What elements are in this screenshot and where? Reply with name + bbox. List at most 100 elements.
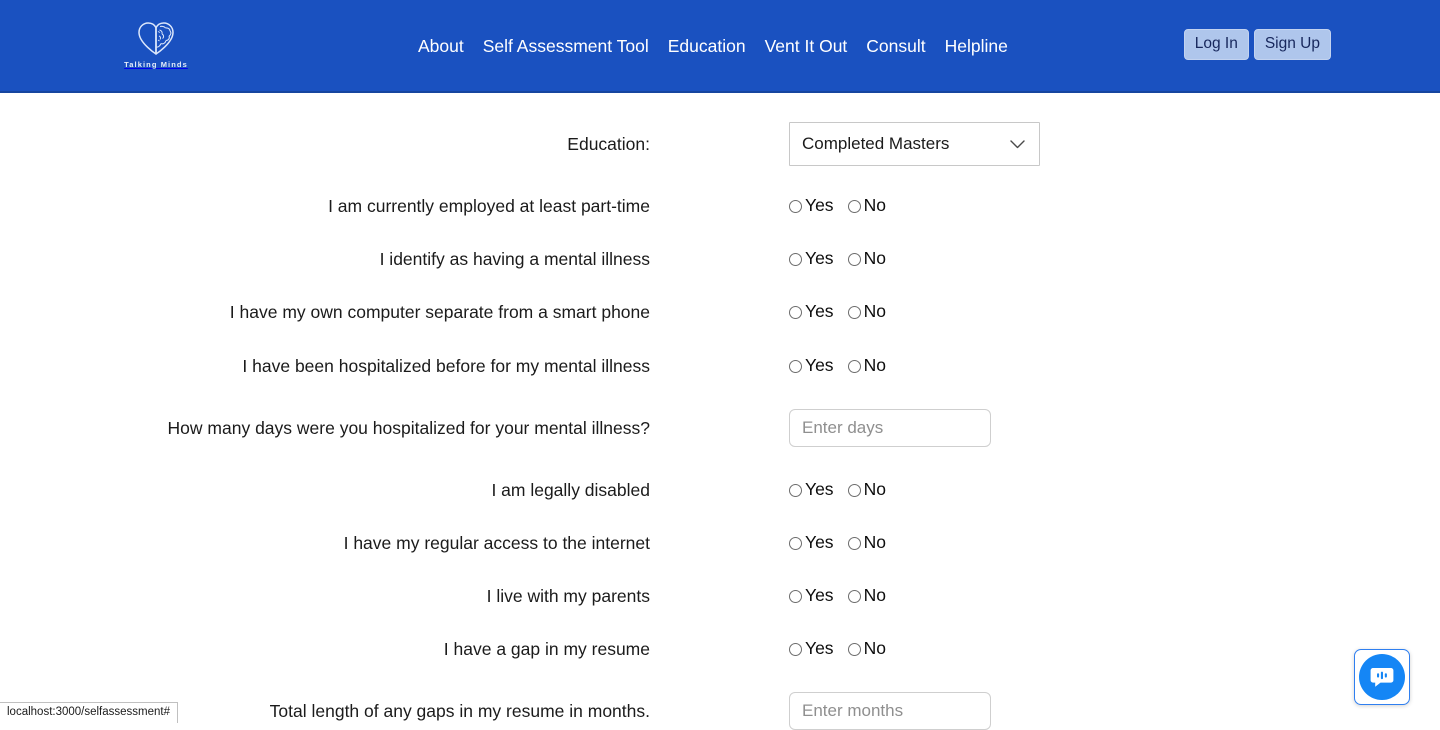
radio-no[interactable]: No bbox=[848, 481, 886, 499]
radio-control: Yes No bbox=[789, 587, 886, 605]
form-row-own-computer: I have my own computer separate from a s… bbox=[0, 295, 1440, 329]
chat-bubble-icon bbox=[1359, 654, 1405, 700]
question-label: I am currently employed at least part-ti… bbox=[0, 196, 650, 217]
education-label: Education: bbox=[0, 134, 650, 155]
radio-yes-label: Yes bbox=[805, 303, 834, 321]
form-row-education: Education: Completed Masters bbox=[0, 127, 1440, 161]
radio-circle-icon bbox=[848, 360, 861, 373]
radio-no[interactable]: No bbox=[848, 357, 886, 375]
education-select[interactable]: Completed Masters bbox=[789, 122, 1040, 166]
nav-item-consult[interactable]: Consult bbox=[866, 38, 925, 56]
radio-yes-label: Yes bbox=[805, 640, 834, 658]
form-row-resume-gap: I have a gap in my resume Yes No bbox=[0, 632, 1440, 666]
education-select-value: Completed Masters bbox=[802, 134, 949, 154]
radio-control: Yes No bbox=[789, 534, 886, 552]
radio-circle-icon bbox=[848, 306, 861, 319]
form-row-mental-illness: I identify as having a mental illness Ye… bbox=[0, 242, 1440, 276]
form-row-employed: I am currently employed at least part-ti… bbox=[0, 189, 1440, 223]
form-row-internet-access: I have my regular access to the internet… bbox=[0, 526, 1440, 560]
radio-circle-icon bbox=[789, 590, 802, 603]
self-assessment-form: Education: Completed Masters I am curren… bbox=[0, 93, 1440, 723]
question-label: I identify as having a mental illness bbox=[0, 249, 650, 270]
question-label: I live with my parents bbox=[0, 586, 650, 607]
radio-no[interactable]: No bbox=[848, 640, 886, 658]
radio-control: Yes No bbox=[789, 640, 886, 658]
radio-circle-icon bbox=[789, 360, 802, 373]
radio-yes[interactable]: Yes bbox=[789, 303, 834, 321]
radio-no-label: No bbox=[864, 303, 886, 321]
radio-circle-icon bbox=[789, 306, 802, 319]
question-label: I am legally disabled bbox=[0, 480, 650, 501]
radio-circle-icon bbox=[789, 537, 802, 550]
radio-circle-icon bbox=[789, 200, 802, 213]
signup-button[interactable]: Sign Up bbox=[1254, 29, 1331, 60]
radio-circle-icon bbox=[789, 643, 802, 656]
radio-group-mental-illness: Yes No bbox=[789, 250, 886, 268]
radio-no[interactable]: No bbox=[848, 587, 886, 605]
question-label: I have been hospitalized before for my m… bbox=[0, 356, 650, 377]
form-row-hospitalized: I have been hospitalized before for my m… bbox=[0, 349, 1440, 383]
radio-no-label: No bbox=[864, 357, 886, 375]
radio-no[interactable]: No bbox=[848, 250, 886, 268]
radio-yes-label: Yes bbox=[805, 250, 834, 268]
radio-group-resume-gap: Yes No bbox=[789, 640, 886, 658]
radio-group-legally-disabled: Yes No bbox=[789, 481, 886, 499]
brand-wordmark: Talking Minds bbox=[124, 60, 188, 69]
radio-no-label: No bbox=[864, 640, 886, 658]
status-bar-link-preview: localhost:3000/selfassessment# bbox=[0, 702, 178, 723]
main-nav: About Self Assessment Tool Education Ven… bbox=[418, 0, 1008, 93]
radio-group-own-computer: Yes No bbox=[789, 303, 886, 321]
auth-actions: Log In Sign Up bbox=[1184, 29, 1331, 60]
login-button[interactable]: Log In bbox=[1184, 29, 1249, 60]
nav-item-self-assessment-tool[interactable]: Self Assessment Tool bbox=[483, 38, 649, 56]
radio-yes-label: Yes bbox=[805, 357, 834, 375]
radio-group-internet-access: Yes No bbox=[789, 534, 886, 552]
question-label: I have my regular access to the internet bbox=[0, 533, 650, 554]
radio-no-label: No bbox=[864, 197, 886, 215]
radio-group-live-with-parents: Yes No bbox=[789, 587, 886, 605]
radio-yes[interactable]: Yes bbox=[789, 534, 834, 552]
brand-logo[interactable]: Talking Minds bbox=[126, 12, 186, 76]
education-control: Completed Masters bbox=[789, 122, 1040, 166]
days-hospitalized-input[interactable] bbox=[789, 409, 991, 447]
chat-widget-button[interactable] bbox=[1354, 649, 1410, 705]
nav-item-about[interactable]: About bbox=[418, 38, 464, 56]
nav-item-helpline[interactable]: Helpline bbox=[945, 38, 1008, 56]
gap-months-input[interactable] bbox=[789, 692, 991, 730]
radio-yes-label: Yes bbox=[805, 481, 834, 499]
heart-brain-logo-icon bbox=[135, 19, 177, 57]
radio-yes-label: Yes bbox=[805, 197, 834, 215]
radio-yes-label: Yes bbox=[805, 534, 834, 552]
radio-no-label: No bbox=[864, 534, 886, 552]
radio-yes[interactable]: Yes bbox=[789, 640, 834, 658]
site-header: Talking Minds About Self Assessment Tool… bbox=[0, 0, 1440, 93]
radio-yes[interactable]: Yes bbox=[789, 357, 834, 375]
radio-circle-icon bbox=[789, 484, 802, 497]
input-control bbox=[789, 692, 991, 730]
nav-item-vent-it-out[interactable]: Vent It Out bbox=[765, 38, 848, 56]
radio-circle-icon bbox=[848, 590, 861, 603]
form-row-days-hospitalized: How many days were you hospitalized for … bbox=[0, 411, 1440, 445]
radio-circle-icon bbox=[848, 484, 861, 497]
radio-yes-label: Yes bbox=[805, 587, 834, 605]
radio-no[interactable]: No bbox=[848, 534, 886, 552]
radio-no[interactable]: No bbox=[848, 303, 886, 321]
radio-control: Yes No bbox=[789, 197, 886, 215]
form-row-live-with-parents: I live with my parents Yes No bbox=[0, 579, 1440, 613]
radio-yes[interactable]: Yes bbox=[789, 481, 834, 499]
radio-yes[interactable]: Yes bbox=[789, 197, 834, 215]
radio-no-label: No bbox=[864, 250, 886, 268]
form-row-legally-disabled: I am legally disabled Yes No bbox=[0, 473, 1440, 507]
radio-yes[interactable]: Yes bbox=[789, 587, 834, 605]
radio-yes[interactable]: Yes bbox=[789, 250, 834, 268]
radio-circle-icon bbox=[789, 253, 802, 266]
radio-no-label: No bbox=[864, 481, 886, 499]
education-select-wrap: Completed Masters bbox=[789, 122, 1040, 166]
nav-item-education[interactable]: Education bbox=[668, 38, 746, 56]
question-label: I have my own computer separate from a s… bbox=[0, 302, 650, 323]
radio-no[interactable]: No bbox=[848, 197, 886, 215]
radio-group-employed: Yes No bbox=[789, 197, 886, 215]
input-control bbox=[789, 409, 991, 447]
radio-no-label: No bbox=[864, 587, 886, 605]
radio-control: Yes No bbox=[789, 481, 886, 499]
